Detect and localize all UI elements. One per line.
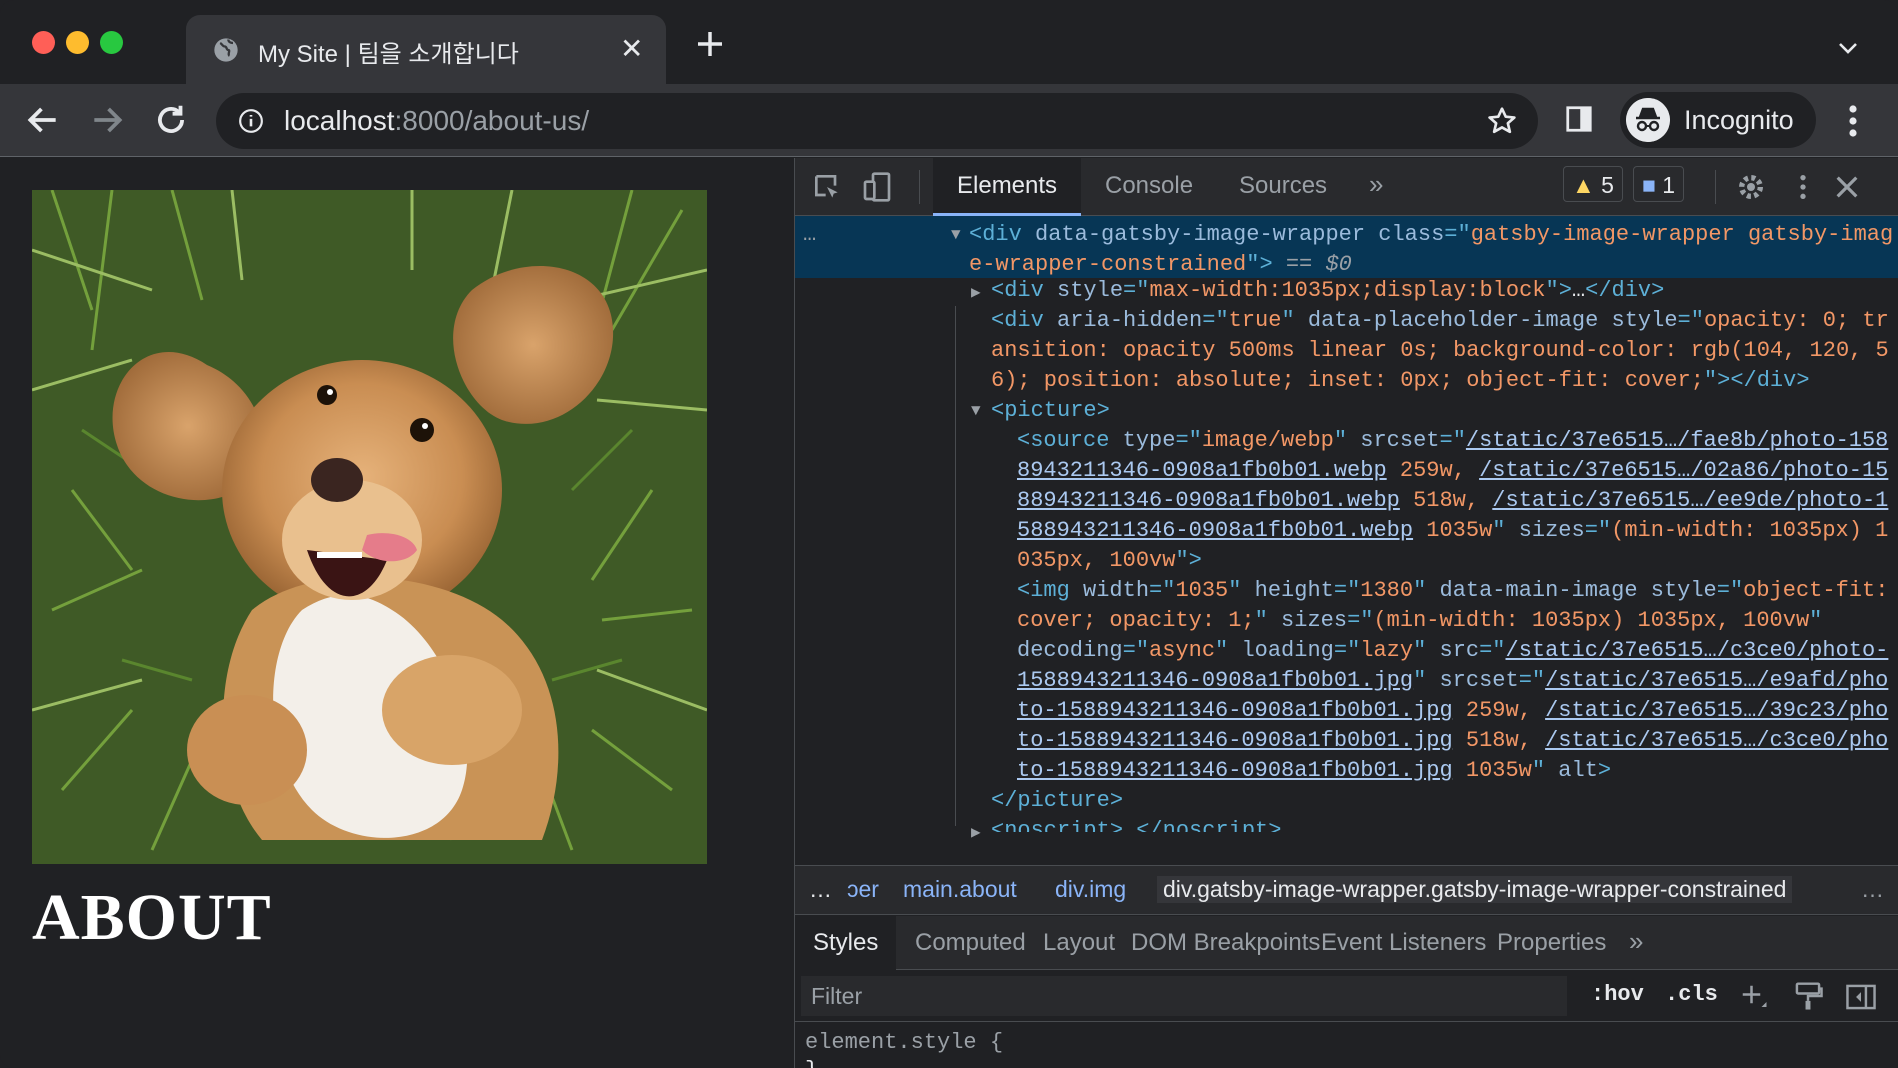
subtab-event-listeners[interactable]: Event Listeners	[1303, 916, 1504, 970]
url-text[interactable]: localhost:8000/about-us/	[284, 105, 589, 137]
paint-roller-icon[interactable]	[1793, 980, 1823, 1012]
address-bar[interactable]: localhost:8000/about-us/	[216, 93, 1538, 149]
tree-line[interactable]: to-1588943211346-0908a1fb0b01.jpg 259w, …	[1017, 696, 1888, 726]
minimize-window-button[interactable]	[66, 31, 89, 54]
tree-line[interactable]: 1588943211346-0908a1fb0b01.jpg" srcset="…	[1017, 666, 1888, 696]
collapse-arrow-icon[interactable]: ▼	[971, 402, 981, 420]
warnings-count: 5	[1601, 172, 1614, 198]
breadcrumb-current[interactable]: div.gatsby-image-wrapper.gatsby-image-wr…	[1157, 876, 1793, 903]
element-style-close: }	[805, 1056, 818, 1068]
tab-close-icon[interactable]: ✕	[620, 35, 643, 63]
inspect-element-icon[interactable]	[811, 171, 843, 203]
dollar-zero-label: == $0	[1285, 252, 1352, 277]
device-toolbar-icon[interactable]	[861, 171, 893, 203]
more-subtabs-icon[interactable]: »	[1611, 916, 1661, 970]
tab-title: My Site | 팀을 소개합니다	[258, 41, 519, 68]
browser-toolbar: localhost:8000/about-us/ Incognito	[0, 84, 1898, 157]
close-window-button[interactable]	[32, 31, 55, 54]
tree-line: <div data-gatsby-image-wrapper class="ga…	[969, 222, 1894, 247]
tree-line[interactable]: <img width="1035" height="1380" data-mai…	[1017, 576, 1888, 606]
close-devtools-icon[interactable]	[1831, 171, 1863, 203]
tree-line[interactable]: 588943211346-0908a1fb0b01.webp 1035w" si…	[1017, 516, 1888, 546]
incognito-icon	[1626, 98, 1670, 142]
breadcrumb-scroll-right[interactable]: …	[1861, 876, 1884, 903]
tree-line[interactable]: <div style="max-width:1035px;display:blo…	[991, 276, 1664, 306]
breadcrumb-item[interactable]: ɔer	[847, 876, 879, 903]
tree-line[interactable]: </picture>	[991, 786, 1123, 816]
indent-guide	[955, 306, 956, 826]
devtools-panel: Elements Console Sources » ▲ 5 ■ 1 … ▼ <…	[794, 158, 1898, 1068]
page-viewport: ABOUT	[0, 158, 794, 1068]
more-menu-icon[interactable]	[1840, 103, 1866, 139]
warnings-badge[interactable]: ▲ 5	[1563, 166, 1623, 202]
more-tabs-icon[interactable]: »	[1345, 158, 1407, 216]
message-icon: ■	[1642, 172, 1656, 198]
tab-elements[interactable]: Elements	[933, 158, 1082, 216]
element-style-rule[interactable]: element.style {	[805, 1028, 1003, 1058]
tree-line[interactable]: to-1588943211346-0908a1fb0b01.jpg 1035w"…	[1017, 756, 1611, 786]
node-actions-ellipsis[interactable]: …	[803, 220, 816, 250]
messages-count: 1	[1662, 172, 1676, 198]
tree-line: cover; opacity: 1;" sizes="(min-width: 1…	[1017, 608, 1823, 633]
tab-strip: My Site | 팀을 소개합니다 ✕	[0, 0, 1898, 84]
subtab-styles[interactable]: Styles	[795, 916, 897, 970]
new-tab-icon[interactable]	[694, 28, 726, 60]
forward-arrow-icon[interactable]	[88, 101, 126, 139]
tree-line: ansition: opacity 500ms linear 0s; backg…	[991, 338, 1889, 363]
collapse-arrow-icon[interactable]: ▼	[951, 226, 961, 244]
styles-filter-input[interactable]: Filter	[801, 976, 1567, 1016]
subtab-computed[interactable]: Computed	[897, 916, 1044, 970]
url-host: localhost	[284, 105, 395, 136]
subtab-properties[interactable]: Properties	[1479, 916, 1624, 970]
browser-window: My Site | 팀을 소개합니다 ✕ localhost:8000/abou…	[0, 0, 1898, 1068]
side-panel-icon[interactable]	[1564, 104, 1594, 134]
globe-icon	[214, 38, 238, 62]
tree-line: 035px, 100vw">	[1017, 548, 1202, 573]
devtools-toolbar: Elements Console Sources » ▲ 5 ■ 1	[795, 158, 1898, 216]
breadcrumb: … ɔer main.about div.img div.gatsby-imag…	[795, 865, 1898, 915]
tab-console[interactable]: Console	[1081, 158, 1217, 216]
browser-tab[interactable]: My Site | 팀을 소개합니다 ✕	[186, 15, 666, 84]
warning-icon: ▲	[1572, 172, 1595, 198]
page-title: ABOUT	[32, 881, 272, 954]
info-icon[interactable]	[238, 108, 264, 134]
tree-line: 6); position: absolute; inset: 0px; obje…	[991, 368, 1810, 393]
puppy-photo	[32, 190, 707, 864]
tree-line[interactable]: 8943211346-0908a1fb0b01.webp 259w, /stat…	[1017, 456, 1888, 486]
toggle-sidebar-icon[interactable]	[1845, 982, 1877, 1012]
element-style-selector: element.style {	[805, 1030, 1004, 1055]
messages-badge[interactable]: ■ 1	[1633, 166, 1685, 202]
tree-line[interactable]: to-1588943211346-0908a1fb0b01.jpg 518w, …	[1017, 726, 1888, 756]
toolbar-divider	[1715, 170, 1716, 204]
tree-line[interactable]: <noscript>…</noscript>	[991, 816, 1281, 832]
hov-toggle[interactable]: :hov	[1591, 982, 1644, 1007]
incognito-label: Incognito	[1684, 105, 1794, 135]
breadcrumb-scroll-left[interactable]: …	[809, 876, 832, 903]
styles-filter-bar: Filter :hov .cls	[795, 970, 1898, 1022]
styles-subtabs: Styles Computed Layout DOM Breakpoints E…	[795, 916, 1898, 970]
maximize-window-button[interactable]	[100, 31, 123, 54]
back-arrow-icon[interactable]	[24, 101, 62, 139]
gear-icon[interactable]	[1735, 171, 1767, 203]
cls-toggle[interactable]: .cls	[1665, 982, 1718, 1007]
tree-line[interactable]: decoding="async" loading="lazy" src="/st…	[1017, 636, 1888, 666]
bookmark-star-icon[interactable]	[1486, 105, 1518, 137]
breadcrumb-item[interactable]: main.about	[903, 876, 1017, 903]
tree-line[interactable]: <source type="image/webp" srcset="/stati…	[1017, 426, 1888, 456]
chevron-down-icon[interactable]	[1836, 36, 1860, 60]
devtools-menu-icon[interactable]	[1787, 171, 1819, 203]
tree-line[interactable]: 88943211346-0908a1fb0b01.webp 518w, /sta…	[1017, 486, 1888, 516]
tree-line[interactable]: <picture>	[991, 396, 1110, 426]
breadcrumb-item[interactable]: div.img	[1055, 876, 1126, 903]
toolbar-divider	[919, 170, 920, 204]
new-style-rule-icon[interactable]	[1739, 982, 1769, 1012]
incognito-profile-button[interactable]: Incognito	[1620, 92, 1816, 148]
url-path: :8000/about-us/	[394, 105, 590, 136]
expand-arrow-icon[interactable]: ▶	[971, 282, 981, 302]
expand-arrow-icon[interactable]: ▶	[971, 822, 981, 842]
tree-line[interactable]: <div aria-hidden="true" data-placeholder…	[991, 306, 1889, 336]
tab-sources[interactable]: Sources	[1215, 158, 1351, 216]
reload-icon[interactable]	[152, 101, 190, 139]
puppy-image	[32, 190, 707, 864]
